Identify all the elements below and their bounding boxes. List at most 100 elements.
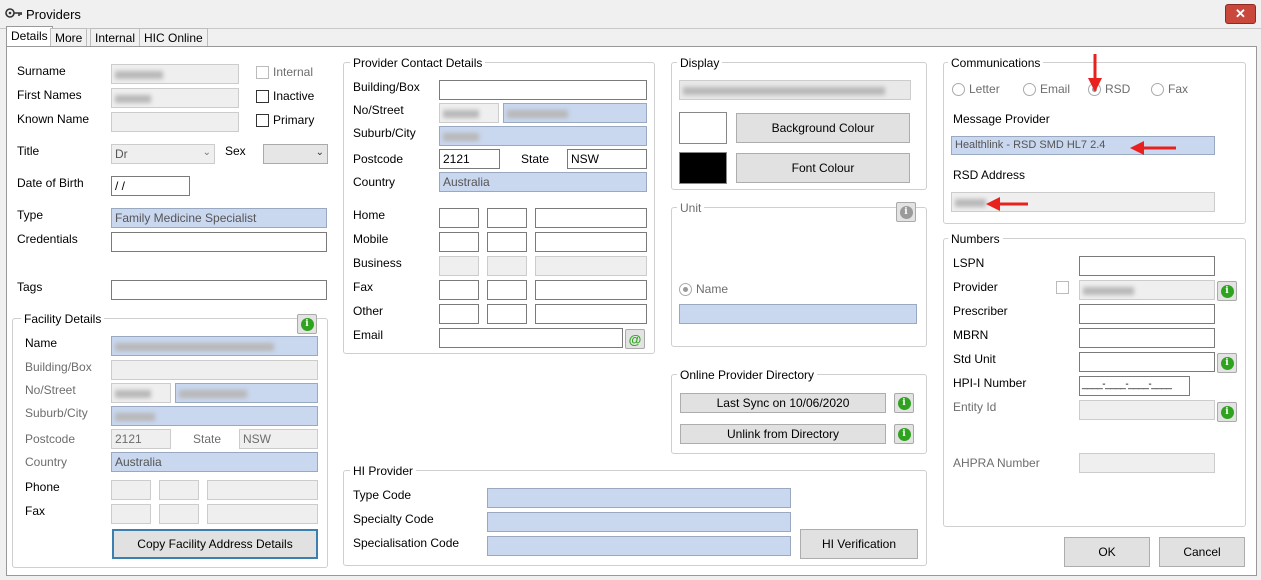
business-area-field[interactable] [439,256,479,276]
mbrn-field[interactable] [1079,328,1215,348]
contact-street-number-field[interactable] [439,103,499,123]
contact-state-field[interactable]: NSW [567,149,647,169]
facility-fax-area-field[interactable] [111,504,151,524]
type-label: Type [17,208,44,222]
tab-details[interactable]: Details [6,26,53,47]
fax-number-field[interactable] [535,280,647,300]
type-field[interactable]: Family Medicine Specialist [111,208,327,228]
provider-number-checkbox[interactable] [1056,281,1069,294]
home-prefix-field[interactable] [487,208,527,228]
facility-state-field[interactable]: NSW [239,429,318,449]
facility-suburb-field[interactable] [111,406,318,426]
specialisation-code-field[interactable] [487,536,791,556]
facility-phone-prefix-field[interactable] [159,480,199,500]
letter-radio[interactable] [952,83,965,96]
fax-radio-label: Fax [1168,82,1189,96]
business-prefix-field[interactable] [487,256,527,276]
unit-name-radio[interactable] [679,283,692,296]
other-prefix-field[interactable] [487,304,527,324]
contact-street-name-field[interactable] [503,103,647,123]
home-area-field[interactable] [439,208,479,228]
inactive-checkbox[interactable] [256,90,269,103]
facility-fax-prefix-field[interactable] [159,504,199,524]
email-radio[interactable] [1023,83,1036,96]
type-code-field[interactable] [487,488,791,508]
email-field[interactable] [439,328,623,348]
primary-checkbox[interactable] [256,114,269,127]
mobile-area-field[interactable] [439,232,479,252]
entity-id-field[interactable] [1079,400,1215,420]
contact-state-label: State [521,152,550,166]
title-value: Dr [115,147,128,161]
sync-info-button[interactable]: i [894,393,914,413]
contact-country-field[interactable]: Australia [439,172,647,192]
std-unit-info-button[interactable]: i [1217,353,1237,373]
provider-number-field[interactable] [1079,280,1215,300]
dob-field[interactable]: / / [111,176,190,196]
facility-street-name-field[interactable] [175,383,318,403]
directory-group-title: Online Provider Directory [677,368,818,382]
other-number-field[interactable] [535,304,647,324]
known-name-field[interactable] [111,112,239,132]
facility-building-field[interactable] [111,360,318,380]
tab-hic-online[interactable]: HIC Online [139,28,208,46]
facility-phone-area-field[interactable] [111,480,151,500]
ok-button[interactable]: OK [1064,537,1150,567]
specialty-code-field[interactable] [487,512,791,532]
cancel-button[interactable]: Cancel [1159,537,1245,567]
copy-facility-address-button[interactable]: Copy Facility Address Details [112,529,318,559]
hpii-field[interactable]: ____-____-____-____ [1079,376,1190,396]
entity-id-info-button[interactable]: i [1217,402,1237,422]
std-unit-field[interactable] [1079,352,1215,372]
facility-postcode-field[interactable]: 2121 [111,429,171,449]
contact-suburb-label: Suburb/City [353,126,416,140]
tab-more[interactable]: More [50,28,88,46]
sex-select[interactable]: ⌄ [263,144,328,164]
ahpra-field[interactable] [1079,453,1215,473]
surname-field[interactable] [111,64,239,84]
facility-phone-number-field[interactable] [207,480,318,500]
contact-building-field[interactable] [439,80,647,100]
business-number-field[interactable] [535,256,647,276]
hi-verification-button[interactable]: HI Verification [800,529,918,559]
unit-info-button[interactable]: i [896,202,916,222]
tags-field[interactable] [111,280,327,300]
mobile-prefix-field[interactable] [487,232,527,252]
title-select[interactable]: Dr ⌄ [111,144,215,164]
type-code-label: Type Code [353,488,412,502]
provider-number-info-button[interactable]: i [1217,281,1237,301]
facility-country-field[interactable]: Australia [111,452,318,472]
unit-name-field[interactable] [679,304,917,324]
last-sync-button[interactable]: Last Sync on 10/06/2020 [680,393,886,413]
font-colour-button[interactable]: Font Colour [736,153,910,183]
first-names-field[interactable] [111,88,239,108]
hi-provider-group-title: HI Provider [350,464,417,478]
other-area-field[interactable] [439,304,479,324]
unlink-info-button[interactable]: i [894,424,914,444]
other-phone-label: Other [353,304,384,318]
contact-postcode-field[interactable]: 2121 [439,149,500,169]
home-number-field[interactable] [535,208,647,228]
contact-suburb-field[interactable] [439,126,647,146]
mobile-number-field[interactable] [535,232,647,252]
tab-internal[interactable]: Internal [90,28,141,46]
first-names-label: First Names [17,88,82,102]
facility-name-label: Name [25,336,58,350]
lspn-field[interactable] [1079,256,1215,276]
fax-prefix-field[interactable] [487,280,527,300]
facility-fax-number-field[interactable] [207,504,318,524]
facility-info-button[interactable]: i [297,314,317,334]
prescriber-field[interactable] [1079,304,1215,324]
display-name-field[interactable] [679,80,911,100]
sex-label: Sex [225,144,246,158]
facility-name-field[interactable] [111,336,318,356]
close-button[interactable]: ✕ [1225,4,1256,24]
unlink-directory-button[interactable]: Unlink from Directory [680,424,886,444]
fax-area-field[interactable] [439,280,479,300]
credentials-field[interactable] [111,232,327,252]
fax-radio[interactable] [1151,83,1164,96]
internal-checkbox[interactable] [256,66,269,79]
facility-street-number-field[interactable] [111,383,171,403]
email-at-button[interactable]: @ [625,329,645,349]
background-colour-button[interactable]: Background Colour [736,113,910,143]
